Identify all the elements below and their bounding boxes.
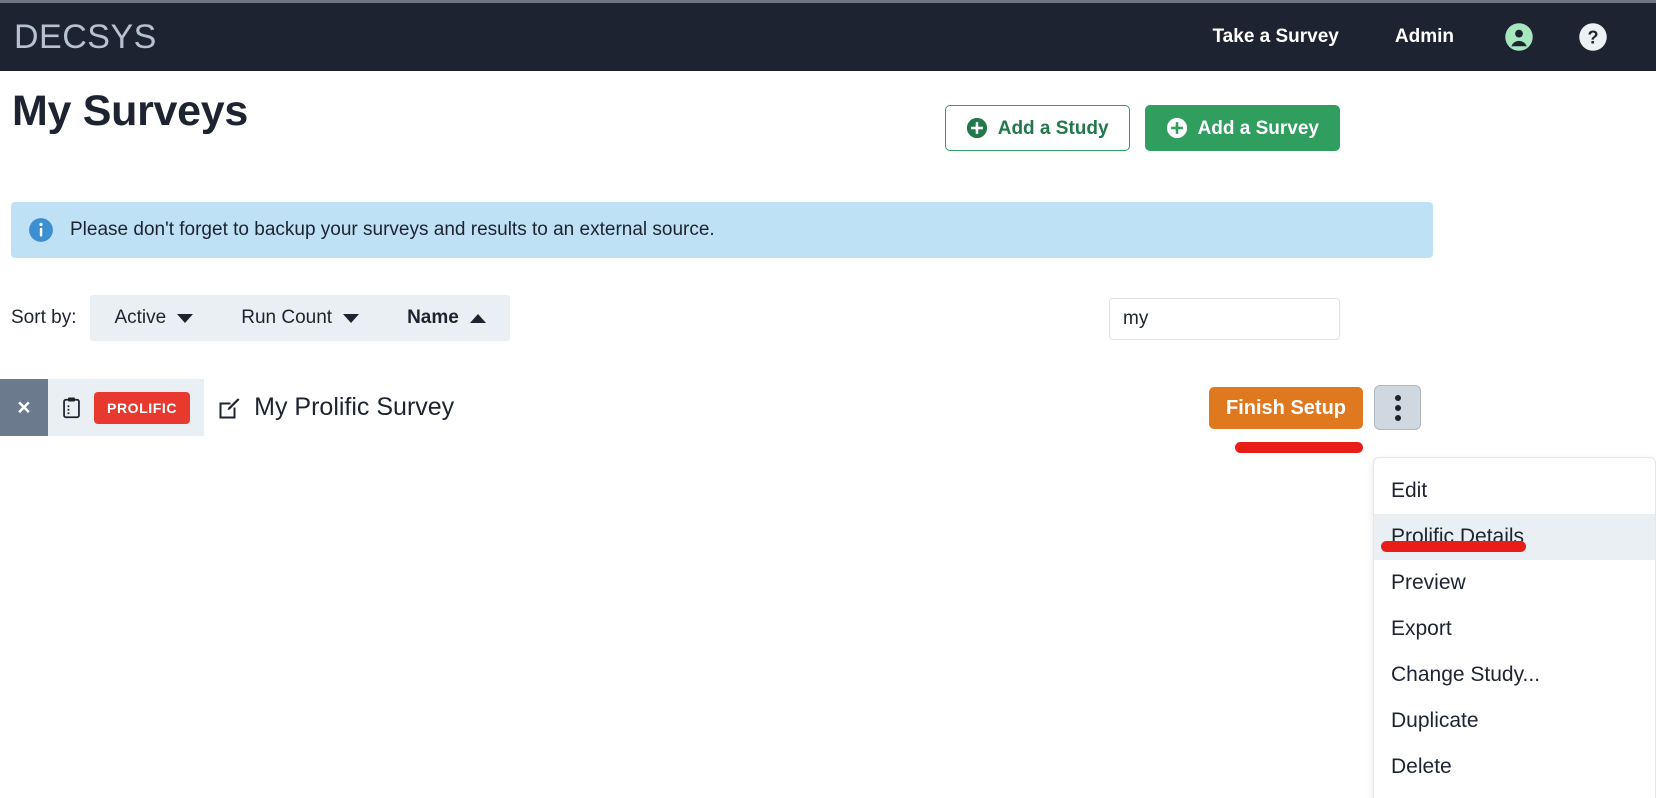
copy-id-button[interactable] xyxy=(52,396,90,420)
add-study-label: Add a Study xyxy=(997,117,1109,139)
prolific-badge: PROLIFIC xyxy=(94,391,191,424)
sort-button-active[interactable]: Active xyxy=(90,295,217,341)
sort-button-active-label: Active xyxy=(114,307,167,328)
alert-message: Please don't forget to backup your surve… xyxy=(70,219,715,240)
user-account-button[interactable] xyxy=(1482,22,1556,52)
plus-circle-icon xyxy=(1166,117,1187,139)
app-brand-logo[interactable]: DECSYS xyxy=(14,18,157,57)
annotation-underline-prolific-details xyxy=(1381,541,1526,552)
user-account-icon xyxy=(1505,23,1533,51)
kebab-dot-icon xyxy=(1394,394,1401,401)
help-button[interactable]: ? xyxy=(1556,22,1630,52)
nav-link-admin[interactable]: Admin xyxy=(1367,26,1482,48)
chevron-down-icon xyxy=(177,313,194,323)
info-icon xyxy=(29,218,53,242)
survey-row-actions: Finish Setup xyxy=(1209,385,1432,430)
sort-bar: Sort by: Active Run Count Name xyxy=(0,295,1656,341)
header-action-buttons: Add a Study Add a Survey xyxy=(944,105,1340,151)
page-root: DECSYS Take a Survey Admin ? My Surveys xyxy=(0,0,1656,798)
page-header: My Surveys Add a Study Add a Survey xyxy=(0,71,1656,171)
add-survey-label: Add a Survey xyxy=(1197,117,1319,139)
survey-options-dropdown: Edit Prolific Details Preview Export Cha… xyxy=(1373,457,1656,798)
clipboard-icon xyxy=(62,397,80,418)
finish-setup-button[interactable]: Finish Setup xyxy=(1209,386,1363,429)
search-container xyxy=(1109,298,1340,340)
kebab-dot-icon xyxy=(1394,414,1401,421)
search-input[interactable] xyxy=(1109,298,1340,340)
survey-close-button[interactable]: × xyxy=(0,379,48,436)
top-navbar: DECSYS Take a Survey Admin ? xyxy=(0,0,1656,71)
svg-text:?: ? xyxy=(1587,28,1598,48)
menu-item-export[interactable]: Export xyxy=(1374,606,1655,652)
add-survey-button[interactable]: Add a Survey xyxy=(1144,105,1340,151)
survey-name[interactable]: My Prolific Survey xyxy=(254,393,454,422)
menu-item-duplicate[interactable]: Duplicate xyxy=(1374,698,1655,744)
sort-button-name-label: Name xyxy=(407,307,459,328)
kebab-dot-icon xyxy=(1394,404,1401,411)
help-icon: ? xyxy=(1579,23,1607,51)
plus-circle-icon xyxy=(966,117,987,139)
sort-button-group: Active Run Count Name xyxy=(90,295,510,341)
add-study-button[interactable]: Add a Study xyxy=(944,105,1130,151)
page-title: My Surveys xyxy=(12,87,249,135)
navbar-right-group: Take a Survey Admin ? xyxy=(1184,22,1656,52)
annotation-underline-finish-setup xyxy=(1235,442,1363,453)
menu-item-delete[interactable]: Delete xyxy=(1374,744,1655,790)
sort-button-run-count[interactable]: Run Count xyxy=(217,295,383,341)
menu-item-change-study[interactable]: Change Study... xyxy=(1374,652,1655,698)
survey-options-menu-button[interactable] xyxy=(1374,385,1421,430)
edit-pencil-icon[interactable] xyxy=(217,396,241,420)
chevron-down-icon xyxy=(343,313,360,323)
backup-info-alert: Please don't forget to backup your surve… xyxy=(11,202,1433,258)
survey-name-container: My Prolific Survey Finish Setup xyxy=(204,379,1432,436)
sort-button-run-count-label: Run Count xyxy=(241,307,333,328)
menu-item-edit[interactable]: Edit xyxy=(1374,468,1655,514)
survey-list-item: × PROLIFIC My Prolific Survey Finish Set… xyxy=(0,379,1432,436)
sort-button-name[interactable]: Name xyxy=(383,295,510,341)
menu-item-prolific-details[interactable]: Prolific Details xyxy=(1374,514,1655,560)
sort-by-label: Sort by: xyxy=(11,307,77,328)
chevron-up-icon xyxy=(469,313,486,323)
nav-link-take-a-survey[interactable]: Take a Survey xyxy=(1184,26,1366,48)
menu-item-preview[interactable]: Preview xyxy=(1374,560,1655,606)
